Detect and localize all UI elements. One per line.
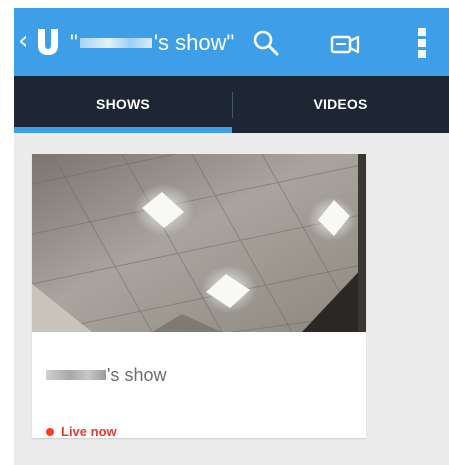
tab-bar: SHOWS VIDEOS [14, 76, 449, 133]
tab-videos[interactable]: VIDEOS [232, 76, 449, 133]
live-status-label: Live now [61, 424, 117, 439]
show-thumbnail[interactable] [32, 154, 366, 332]
menu-dot [418, 28, 426, 36]
blurred-username [79, 37, 152, 48]
shows-list: 's show Live now [14, 133, 449, 465]
live-dot-icon [46, 427, 54, 436]
action-bar: ‹ " 's show" [14, 8, 449, 76]
menu-dot [418, 39, 426, 47]
tab-shows[interactable]: SHOWS [14, 76, 232, 133]
screen: ‹ " 's show" SHOWS VIDEOS 's show Live no… [0, 0, 449, 465]
title-suffix: 's show" [153, 30, 235, 55]
blurred-username [46, 369, 106, 380]
app-logo[interactable] [36, 28, 60, 56]
show-title: 's show [46, 364, 166, 386]
menu-dot [418, 50, 426, 58]
live-status: Live now [46, 424, 117, 440]
page-title: " 's show" [70, 30, 234, 56]
show-card[interactable]: 's show Live now [32, 154, 366, 440]
overflow-menu-icon[interactable] [412, 26, 432, 60]
search-icon[interactable] [250, 28, 284, 58]
chevron-left-icon[interactable]: ‹ [18, 28, 28, 54]
show-title-suffix: 's show [107, 365, 167, 385]
video-camera-icon[interactable] [328, 30, 364, 58]
title-prefix: " [70, 30, 78, 55]
